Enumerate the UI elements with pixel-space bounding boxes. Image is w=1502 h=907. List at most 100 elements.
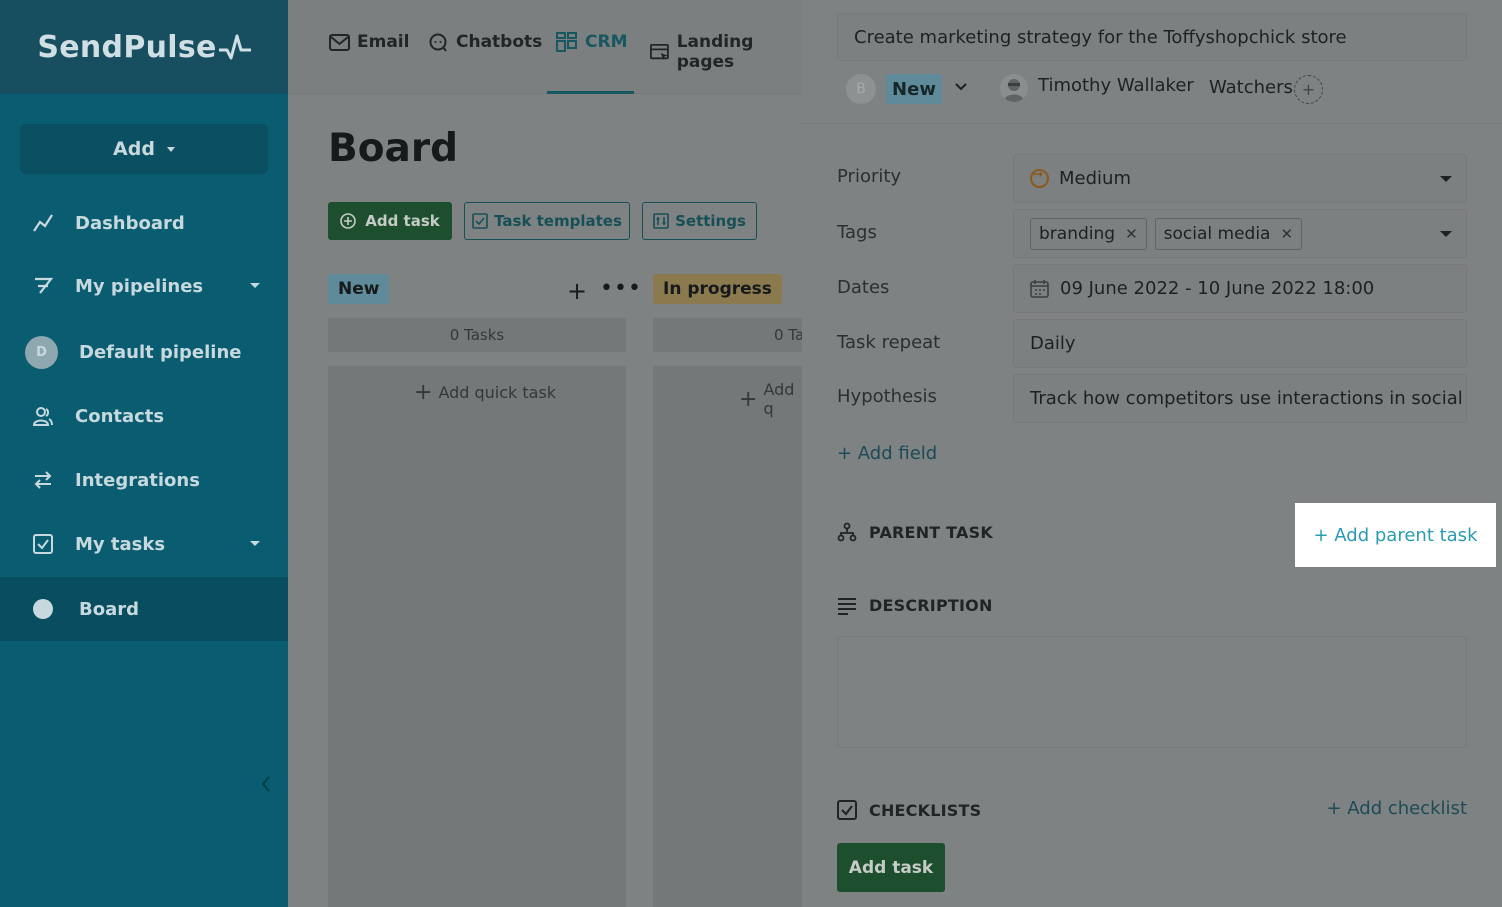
task-header: Create marketing strategy for the Toffys… [802, 0, 1502, 124]
parent-task-section: PARENT TASK [837, 522, 993, 542]
sidebar-item-label: Default pipeline [79, 341, 242, 363]
pipeline-avatar: D [25, 335, 58, 369]
logo[interactable]: SendPulse [0, 0, 288, 94]
sidebar-item-label: Integrations [75, 469, 200, 491]
nav-crm-label: CRM [585, 32, 628, 52]
tags-label: Tags [837, 222, 877, 243]
settings-button[interactable]: Settings [642, 202, 757, 240]
plus-icon[interactable]: + [567, 277, 587, 305]
mail-icon [329, 33, 350, 51]
caret-down-icon [166, 146, 175, 152]
priority-label: Priority [837, 166, 902, 187]
hypothesis-input[interactable]: Track how competitors use interactions i… [1013, 374, 1467, 423]
column-task-count: 0 Ta [653, 318, 802, 352]
hierarchy-icon [837, 522, 857, 542]
calendar-icon [1030, 280, 1049, 298]
page-title: Board [328, 126, 458, 171]
dates-value: 09 June 2022 - 10 June 2022 18:00 [1060, 278, 1375, 299]
plus-circle-icon [340, 213, 357, 229]
column-header-new: New [328, 274, 390, 304]
priority-select[interactable]: Medium [1013, 154, 1467, 203]
sliders-icon [653, 213, 669, 229]
add-parent-task-link[interactable]: + Add parent task [1295, 503, 1496, 567]
top-navigation: Email Chatbots CRM Landing pages [288, 0, 802, 94]
contacts-icon [32, 405, 54, 427]
sidebar-item-my-pipelines[interactable]: My pipelines [0, 254, 288, 318]
column-body [653, 366, 802, 907]
nav-email[interactable]: Email [329, 32, 409, 52]
status-avatar: B [846, 74, 876, 104]
sidebar-item-label: Dashboard [75, 212, 185, 234]
dates-label: Dates [837, 277, 890, 298]
add-button-label: Add [113, 138, 155, 160]
nav-chatbots[interactable]: Chatbots [428, 32, 542, 52]
column-header-in-progress: In progress [653, 274, 782, 304]
nav-crm[interactable]: CRM [556, 32, 627, 52]
assignee-name[interactable]: Timothy Wallaker [1038, 75, 1194, 96]
checklists-label: CHECKLISTS [869, 800, 982, 820]
add-button[interactable]: Add [20, 124, 268, 174]
chart-line-icon [32, 212, 54, 234]
tag-label: social media [1163, 223, 1271, 244]
description-textarea[interactable] [837, 636, 1467, 748]
text-lines-icon [838, 597, 856, 615]
kanban-icon [556, 32, 577, 52]
sidebar-item-label: Contacts [75, 405, 165, 427]
add-watcher-button[interactable]: + [1294, 75, 1323, 104]
tag-chip: branding ✕ [1030, 217, 1147, 250]
task-repeat-input[interactable]: Daily [1013, 319, 1467, 368]
caret-down-icon[interactable] [250, 283, 260, 288]
close-icon[interactable]: ✕ [1280, 225, 1293, 243]
parent-task-label: PARENT TASK [869, 522, 993, 542]
caret-down-icon[interactable] [250, 541, 260, 546]
chevron-left-icon[interactable] [258, 774, 274, 794]
sidebar-item-default-pipeline[interactable]: D Default pipeline [0, 320, 288, 384]
main-board-area: Email Chatbots CRM Landing pages Board A… [288, 0, 802, 907]
add-task-submit-button[interactable]: Add task [837, 843, 945, 892]
task-templates-button[interactable]: Task templates [464, 202, 630, 240]
chevron-down-icon[interactable] [954, 82, 968, 92]
add-quick-task-label: Add quick task [438, 383, 557, 402]
add-field-link[interactable]: + Add field [837, 443, 937, 464]
add-quick-task-button[interactable]: + Add quick task [414, 380, 556, 405]
task-repeat-label: Task repeat [837, 332, 941, 353]
sidebar-item-dashboard[interactable]: Dashboard [0, 191, 288, 255]
chat-bubble-icon [429, 33, 447, 52]
column-task-count: 0 Tasks [328, 318, 626, 352]
nav-email-label: Email [357, 32, 410, 52]
sidebar-item-my-tasks[interactable]: My tasks [0, 512, 288, 576]
tags-select[interactable]: branding ✕ social media ✕ [1013, 209, 1467, 258]
description-section: DESCRIPTION [837, 596, 993, 615]
close-icon[interactable]: ✕ [1125, 225, 1138, 243]
settings-label: Settings [675, 212, 746, 230]
add-checklist-link[interactable]: + Add checklist [1326, 798, 1467, 819]
sidebar-item-contacts[interactable]: Contacts [0, 384, 288, 448]
priority-value: Medium [1059, 168, 1131, 189]
task-title-input[interactable]: Create marketing strategy for the Toffys… [837, 13, 1467, 61]
plus-icon: + [739, 386, 758, 412]
caret-down-icon [1440, 231, 1452, 237]
checkbox-checked-icon [837, 800, 857, 820]
sidebar-item-label: Board [79, 598, 139, 620]
logo-text: SendPulse [37, 29, 217, 65]
priority-medium-icon [1030, 167, 1049, 188]
avatar [1000, 74, 1028, 102]
nav-landing-pages-label: Landing pages [676, 32, 754, 72]
add-task-button[interactable]: Add task [328, 202, 452, 240]
sidebar-item-integrations[interactable]: Integrations [0, 448, 288, 512]
caret-down-icon [1440, 176, 1452, 182]
dates-input[interactable]: 09 June 2022 - 10 June 2022 18:00 [1013, 264, 1467, 313]
add-quick-task-button[interactable]: + Add q [739, 380, 802, 418]
tag-chip: social media ✕ [1154, 217, 1303, 250]
add-task-label: Add task [365, 212, 440, 230]
watchers-label: Watchers [1209, 77, 1293, 98]
status-badge[interactable]: New [886, 74, 942, 104]
user-avatar-icon [1004, 79, 1024, 102]
more-options-icon[interactable]: ••• [600, 276, 642, 301]
checkbox-icon [32, 533, 54, 555]
board-dot-icon [33, 599, 53, 619]
sidebar-item-board[interactable]: Board [0, 577, 288, 641]
column-body [328, 366, 626, 907]
nav-landing-pages[interactable]: Landing pages [650, 32, 802, 72]
checklists-section: CHECKLISTS [837, 800, 981, 820]
